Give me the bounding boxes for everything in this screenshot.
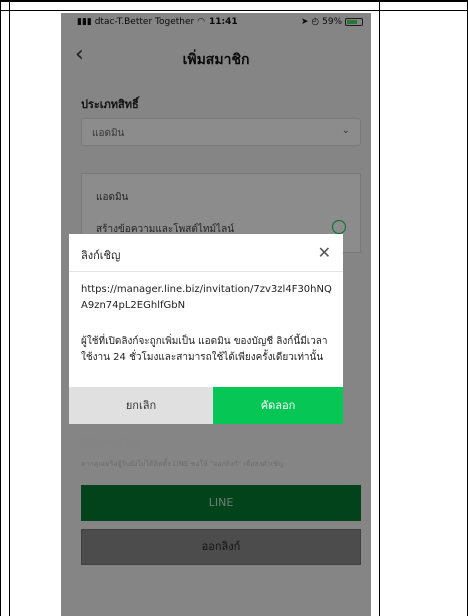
dialog-divider [69,271,343,272]
dialog-title: ลิงก์เชิญ [81,249,121,262]
frame-top-rule [1,10,467,11]
close-icon[interactable]: ✕ [318,243,331,262]
phone-screen: ▮▮▮ dtac-T.Better Together ◠ 11:41 ➤ ◴ 5… [61,13,371,616]
copy-button[interactable]: คัดลอก [213,387,343,424]
cancel-button[interactable]: ยกเลิก [69,387,213,424]
frame-right-rule [379,1,380,616]
invite-link-dialog: ลิงก์เชิญ ✕ https://manager.line.biz/inv… [69,234,343,424]
frame-top-border [1,1,467,2]
invite-description: ผู้ใช้ที่เปิดลิงก์จะถูกเพิ่มเป็น แอดมิน … [81,336,328,363]
invite-url: https://manager.line.biz/invitation/7zv3… [81,284,332,311]
frame-left-rule [9,1,10,616]
